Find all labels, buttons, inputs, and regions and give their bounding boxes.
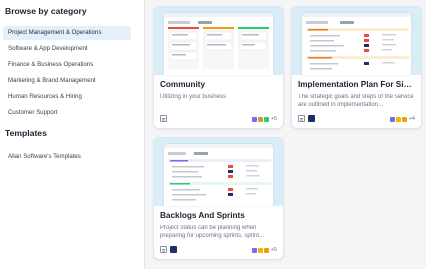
member-avatars: +4	[389, 115, 415, 123]
card-description: Utilizing in your business	[160, 94, 227, 100]
avatar	[257, 247, 263, 253]
category-finance[interactable]: Finance & Business Operations	[3, 58, 131, 72]
template-preview	[154, 138, 283, 206]
template-card-community[interactable]: Community Utilizing in your business +5	[153, 6, 284, 129]
avatar	[251, 247, 257, 253]
card-description: The strategic goals and steps of the ser…	[298, 94, 414, 108]
card-description: Project status can be planning when prep…	[160, 225, 265, 239]
avatar	[263, 247, 269, 253]
board-view-icon	[308, 115, 315, 122]
card-footer: +5	[160, 246, 277, 254]
more-members-count: +5	[270, 247, 277, 253]
avatar	[263, 116, 269, 122]
template-preview	[292, 7, 421, 75]
templates-heading: Templates	[5, 128, 47, 138]
avatar	[395, 116, 401, 122]
member-avatars: +5	[251, 115, 277, 123]
card-title: Community	[160, 80, 206, 89]
list-view-icon	[160, 115, 167, 122]
category-sidebar: Browse by category Project Management & …	[0, 0, 145, 269]
member-avatars: +5	[251, 246, 277, 254]
card-title: Backlogs And Sprints	[160, 211, 245, 220]
card-footer: +4	[298, 115, 415, 123]
avatar	[401, 116, 407, 122]
category-customer-support[interactable]: Customer Support	[3, 106, 131, 120]
more-members-count: +4	[408, 116, 415, 122]
template-card-backlogs-sprints[interactable]: Backlogs And Sprints Project status can …	[153, 137, 284, 260]
templates-allan-software[interactable]: Allan Software's Templates	[3, 150, 131, 164]
preview-screenshot	[302, 13, 411, 75]
template-gallery: Community Utilizing in your business +5	[145, 0, 426, 269]
card-footer: +5	[160, 115, 277, 123]
category-marketing[interactable]: Marketing & Brand Management	[3, 74, 131, 88]
browse-heading: Browse by category	[5, 6, 87, 16]
category-software-development[interactable]: Software & App Development	[3, 42, 131, 56]
board-view-icon	[170, 246, 177, 253]
template-preview	[154, 7, 283, 75]
category-project-management[interactable]: Project Management & Operations	[3, 26, 131, 40]
list-view-icon	[298, 115, 305, 122]
more-members-count: +5	[270, 116, 277, 122]
preview-screenshot	[164, 144, 273, 206]
category-hr[interactable]: Human Resources & Hiring	[3, 90, 131, 104]
template-card-implementation-plan[interactable]: Implementation Plan For Simpl... The str…	[291, 6, 422, 129]
card-title: Implementation Plan For Simpl...	[298, 80, 415, 89]
list-view-icon	[160, 246, 167, 253]
avatar	[389, 116, 395, 122]
avatar	[251, 116, 257, 122]
preview-screenshot	[164, 13, 273, 75]
avatar	[257, 116, 263, 122]
